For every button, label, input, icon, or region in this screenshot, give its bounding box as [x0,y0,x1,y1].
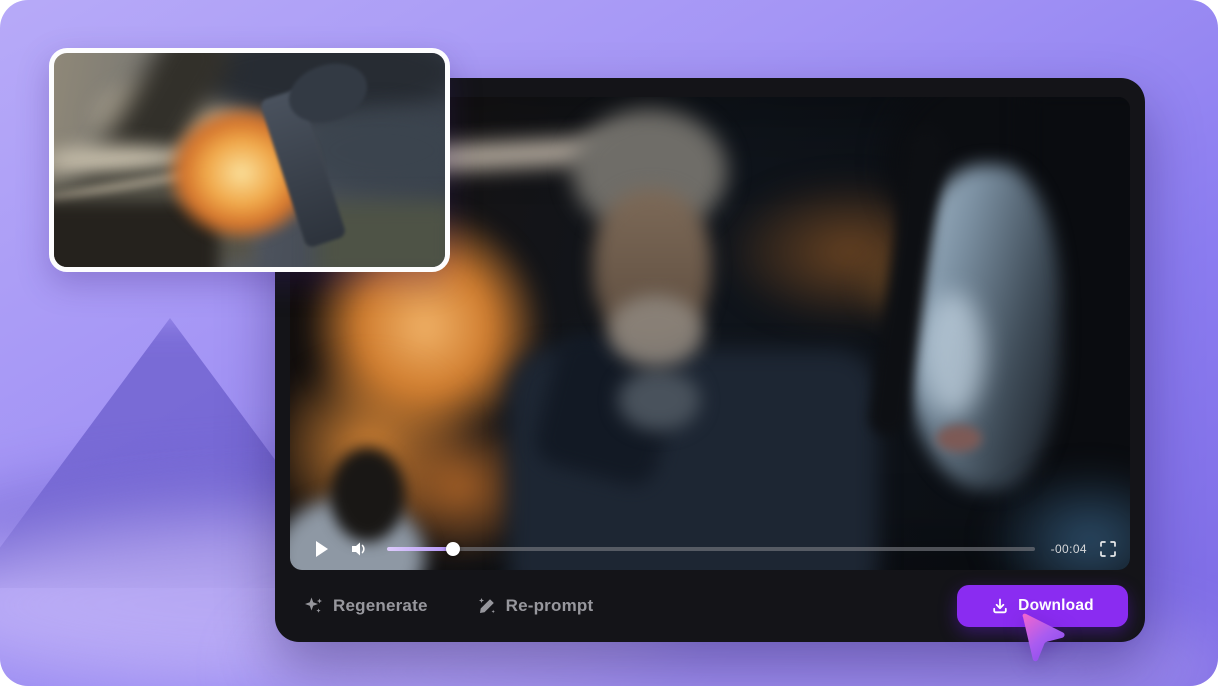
progress-thumb[interactable] [446,542,460,556]
play-icon[interactable] [315,541,329,557]
thumb-art-explosion [164,103,319,243]
video-art-man [530,328,686,491]
thumb-art-clouds [299,108,450,193]
thumb-art-horizon [49,145,194,175]
download-icon [991,597,1009,615]
playback-controls: -00:04 [315,538,1116,560]
reprompt-label: Re-prompt [506,596,594,616]
video-art-woman [922,292,984,417]
video-art-person [330,447,405,542]
video-art-woman [885,97,1130,267]
thumb-art-clouds [184,48,450,120]
action-bar: Regenerate Re-prompt Download [275,570,1145,642]
remaining-time: -00:04 [1051,542,1087,556]
video-art-woman [936,425,982,452]
video-art-shape [850,237,1000,332]
video-art-woman [1025,97,1130,570]
progress-bar[interactable] [387,547,1035,551]
result-card: -00:04 Regenerate [0,0,1218,686]
thumb-art-ground [316,201,450,272]
video-art-man [608,295,704,367]
video-art-man [572,109,727,234]
video-art-man [508,349,878,570]
thumb-art-sunlight [84,68,274,163]
video-art-woman [908,165,1060,490]
thumb-art-tower [259,88,347,248]
source-frame-thumbnail[interactable] [49,48,450,272]
regenerate-label: Regenerate [333,596,428,616]
magic-pen-icon [477,596,497,616]
cursor-pointer-icon [1016,612,1070,670]
video-art-fire [290,352,475,542]
volume-icon[interactable] [350,541,368,557]
video-art-man [593,189,711,344]
regenerate-button[interactable]: Regenerate [298,595,434,617]
thumb-art-ground [49,157,255,272]
thumb-art-rubble [49,201,219,272]
thumb-art-smoke [49,48,244,272]
video-art-man [618,369,700,431]
reprompt-button[interactable]: Re-prompt [471,595,600,617]
video-art-woman [867,126,948,438]
video-art-shape [720,177,980,327]
progress-fill [387,547,453,551]
thumb-art-runway [49,168,198,204]
video-art-shape [978,229,1070,414]
fullscreen-icon[interactable] [1100,541,1116,557]
sparkles-icon [304,596,324,616]
thumb-art-tower [281,54,374,132]
